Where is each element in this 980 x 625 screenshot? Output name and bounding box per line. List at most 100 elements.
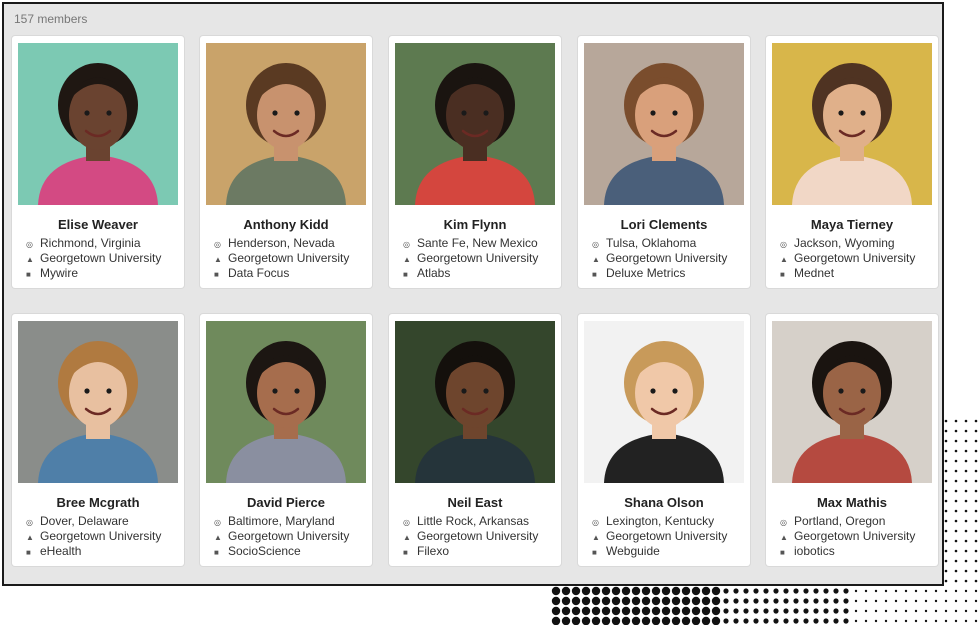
map-pin-icon: ◎ [592,518,599,527]
members-count: 157 members [14,12,88,26]
briefcase-icon: ■ [403,270,408,279]
member-photo[interactable] [18,321,178,483]
member-location: ◎ Baltimore, Maryland [214,514,335,528]
member-card[interactable]: Shana Olson ◎ Lexington, Kentucky ▲ Georgeto… [578,314,750,566]
member-company: ■ Mywire [26,266,78,280]
member-company: ■ eHealth [26,544,81,558]
member-name[interactable]: Bree Mcgrath [12,495,184,510]
member-company: ■ Deluxe Metrics [592,266,685,280]
member-company: ■ Webguide [592,544,660,558]
member-school: ▲ Georgetown University [214,529,349,543]
member-card[interactable]: David Pierce ◎ Baltimore, Maryland ▲ Georget… [200,314,372,566]
map-pin-icon: ◎ [403,240,410,249]
map-pin-icon: ◎ [780,240,787,249]
university-icon: ▲ [403,255,411,264]
member-name[interactable]: Kim Flynn [389,217,561,232]
university-icon: ▲ [26,255,34,264]
briefcase-icon: ■ [780,548,785,557]
member-name[interactable]: Shana Olson [578,495,750,510]
map-pin-icon: ◎ [780,518,787,527]
member-location-text: Baltimore, Maryland [228,514,335,528]
member-company: ■ Mednet [780,266,834,280]
member-location: ◎ Jackson, Wyoming [780,236,895,250]
member-photo[interactable] [206,321,366,483]
map-pin-icon: ◎ [214,240,221,249]
member-school-text: Georgetown University [794,529,916,543]
briefcase-icon: ■ [592,548,597,557]
member-photo[interactable] [395,321,555,483]
university-icon: ▲ [780,533,788,542]
member-location-text: Sante Fe, New Mexico [417,236,538,250]
map-pin-icon: ◎ [592,240,599,249]
university-icon: ▲ [214,255,222,264]
university-icon: ▲ [592,533,600,542]
member-card[interactable]: Elise Weaver ◎ Richmond, Virginia ▲ Georgeto… [12,36,184,288]
member-location: ◎ Sante Fe, New Mexico [403,236,538,250]
member-photo[interactable] [772,321,932,483]
member-location-text: Tulsa, Oklahoma [606,236,697,250]
briefcase-icon: ■ [214,270,219,279]
member-card[interactable]: Kim Flynn ◎ Sante Fe, New Mexico ▲ Georgetow… [389,36,561,288]
member-name[interactable]: Anthony Kidd [200,217,372,232]
member-school: ▲ Georgetown University [592,251,727,265]
members-panel: 157 members Elise Weaver ◎ Richmond, Virgi… [2,2,944,586]
member-name[interactable]: Maya Tierney [766,217,938,232]
member-photo[interactable] [772,43,932,205]
member-school: ▲ Georgetown University [592,529,727,543]
member-school-text: Georgetown University [606,251,728,265]
member-school: ▲ Georgetown University [403,529,538,543]
member-company: ■ iobotics [780,544,835,558]
member-company-text: Mywire [40,266,78,280]
member-location-text: Dover, Delaware [40,514,129,528]
member-school-text: Georgetown University [794,251,916,265]
member-school: ▲ Georgetown University [403,251,538,265]
member-location: ◎ Dover, Delaware [26,514,129,528]
member-photo[interactable] [206,43,366,205]
member-company: ■ SocioScience [214,544,301,558]
member-location-text: Little Rock, Arkansas [417,514,530,528]
member-photo[interactable] [18,43,178,205]
member-school-text: Georgetown University [228,529,350,543]
member-school: ▲ Georgetown University [26,251,161,265]
member-location-text: Portland, Oregon [794,514,886,528]
member-card[interactable]: Lori Clements ◎ Tulsa, Oklahoma ▲ Georgetown… [578,36,750,288]
member-school: ▲ Georgetown University [780,529,915,543]
member-card[interactable]: Anthony Kidd ◎ Henderson, Nevada ▲ Georgetow… [200,36,372,288]
university-icon: ▲ [26,533,34,542]
member-location: ◎ Richmond, Virginia [26,236,141,250]
map-pin-icon: ◎ [26,518,33,527]
member-location-text: Henderson, Nevada [228,236,335,250]
member-photo[interactable] [584,43,744,205]
member-name[interactable]: Neil East [389,495,561,510]
member-company-text: Webguide [606,544,660,558]
member-company-text: Mednet [794,266,835,280]
map-pin-icon: ◎ [214,518,221,527]
briefcase-icon: ■ [26,548,31,557]
member-location: ◎ Portland, Oregon [780,514,885,528]
member-card[interactable]: Max Mathis ◎ Portland, Oregon ▲ Georgetown U… [766,314,938,566]
member-name[interactable]: David Pierce [200,495,372,510]
university-icon: ▲ [592,255,600,264]
member-name[interactable]: Max Mathis [766,495,938,510]
member-school: ▲ Georgetown University [214,251,349,265]
briefcase-icon: ■ [214,548,219,557]
member-name[interactable]: Lori Clements [578,217,750,232]
member-company-text: Filexo [417,544,450,558]
member-card[interactable]: Maya Tierney ◎ Jackson, Wyoming ▲ Georgetown… [766,36,938,288]
member-school-text: Georgetown University [606,529,728,543]
member-company-text: SocioScience [228,544,301,558]
member-company: ■ Data Focus [214,266,289,280]
briefcase-icon: ■ [592,270,597,279]
member-school: ▲ Georgetown University [780,251,915,265]
member-photo[interactable] [584,321,744,483]
member-name[interactable]: Elise Weaver [12,217,184,232]
member-location: ◎ Lexington, Kentucky [592,514,714,528]
member-location-text: Richmond, Virginia [40,236,141,250]
university-icon: ▲ [780,255,788,264]
member-card[interactable]: Neil East ◎ Little Rock, Arkansas ▲ Georgeto… [389,314,561,566]
member-company-text: iobotics [794,544,835,558]
member-photo[interactable] [395,43,555,205]
member-school-text: Georgetown University [417,251,539,265]
member-card[interactable]: Bree Mcgrath ◎ Dover, Delaware ▲ Georgetown … [12,314,184,566]
member-location-text: Lexington, Kentucky [606,514,715,528]
